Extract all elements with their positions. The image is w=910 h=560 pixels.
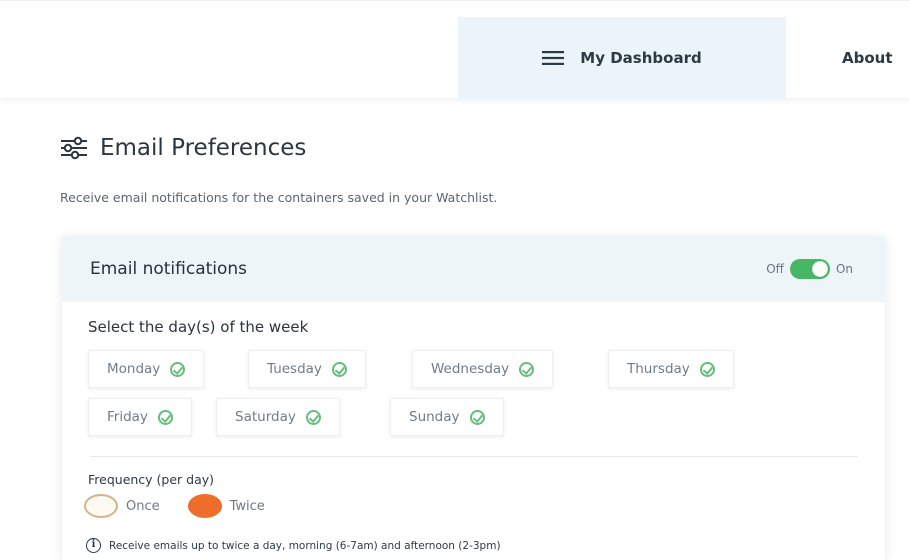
top-navigation: My Dashboard About bbox=[0, 0, 910, 99]
nav-my-dashboard-label: My Dashboard bbox=[580, 49, 702, 67]
day-thursday-button[interactable]: Thursday bbox=[608, 350, 734, 388]
day-saturday-button[interactable]: Saturday bbox=[216, 398, 340, 436]
frequency-twice-option[interactable]: Twice bbox=[187, 494, 281, 518]
check-circle-icon bbox=[331, 361, 347, 377]
frequency-info: i Receive emails up to twice a day, morn… bbox=[86, 538, 501, 553]
card-title: Email notifications bbox=[90, 259, 248, 279]
check-circle-icon bbox=[157, 409, 173, 425]
day-wednesday-button[interactable]: Wednesday bbox=[412, 350, 554, 388]
day-friday-button[interactable]: Friday bbox=[88, 398, 192, 436]
card-header: Email notifications Off On bbox=[62, 236, 885, 302]
nav-about-label: About bbox=[842, 49, 893, 67]
nav-about[interactable]: About bbox=[842, 17, 893, 99]
radio-once[interactable] bbox=[84, 494, 118, 518]
divider bbox=[90, 456, 858, 457]
notifications-toggle-group: Off On bbox=[766, 259, 853, 279]
nav-my-dashboard[interactable]: My Dashboard bbox=[458, 17, 786, 99]
day-label: Saturday bbox=[235, 409, 296, 425]
toggle-on-label: On bbox=[835, 262, 853, 276]
frequency-once-option[interactable]: Once bbox=[84, 494, 176, 518]
radio-twice-label: Twice bbox=[229, 498, 265, 514]
section-description: Receive email notifications for the cont… bbox=[60, 190, 498, 205]
check-circle-icon bbox=[170, 361, 186, 377]
radio-once-label: Once bbox=[126, 498, 160, 514]
menu-icon bbox=[542, 51, 565, 65]
notifications-toggle[interactable] bbox=[789, 259, 830, 279]
email-notifications-card: Email notifications Off On Select the da… bbox=[62, 236, 885, 560]
check-circle-icon bbox=[519, 361, 535, 377]
toggle-knob bbox=[811, 261, 828, 277]
day-monday-button[interactable]: Monday bbox=[88, 350, 205, 388]
toggle-off-label: Off bbox=[766, 262, 784, 276]
day-label: Sunday bbox=[409, 409, 460, 425]
day-sunday-button[interactable]: Sunday bbox=[390, 398, 504, 436]
day-tuesday-button[interactable]: Tuesday bbox=[248, 350, 366, 388]
day-label: Monday bbox=[107, 361, 161, 377]
check-circle-icon bbox=[699, 361, 715, 377]
sliders-icon bbox=[61, 136, 87, 160]
check-circle-icon bbox=[305, 409, 321, 425]
frequency-radio-group: Once Twice bbox=[84, 494, 281, 518]
day-label: Wednesday bbox=[431, 361, 510, 377]
info-icon: i bbox=[86, 538, 101, 553]
days-label: Select the day(s) of the week bbox=[88, 318, 309, 336]
radio-twice[interactable] bbox=[187, 494, 222, 518]
info-text: Receive emails up to twice a day, mornin… bbox=[109, 539, 501, 552]
section-heading: Email Preferences bbox=[60, 135, 306, 161]
frequency-label: Frequency (per day) bbox=[88, 472, 215, 487]
page-title: Email Preferences bbox=[100, 135, 307, 161]
check-circle-icon bbox=[469, 409, 485, 425]
day-label: Tuesday bbox=[267, 361, 322, 377]
day-label: Thursday bbox=[627, 361, 690, 377]
day-label: Friday bbox=[107, 409, 148, 425]
